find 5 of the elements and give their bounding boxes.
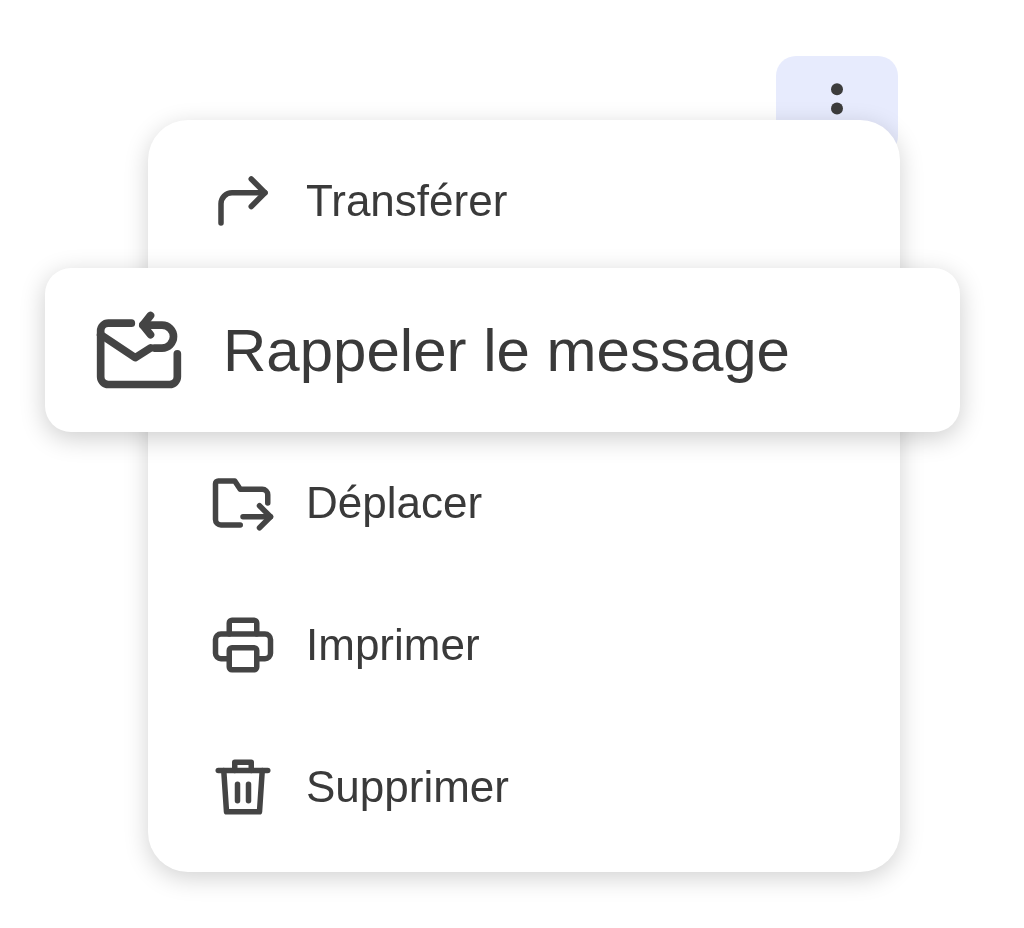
menu-item[interactable]: Supprimer bbox=[148, 716, 900, 858]
menu-item[interactable]: Déplacer bbox=[148, 432, 900, 574]
menu-item[interactable]: Transférer bbox=[148, 134, 900, 268]
menu-item[interactable]: Rappeler le message bbox=[45, 268, 960, 432]
menu-item[interactable]: Imprimer bbox=[148, 574, 900, 716]
